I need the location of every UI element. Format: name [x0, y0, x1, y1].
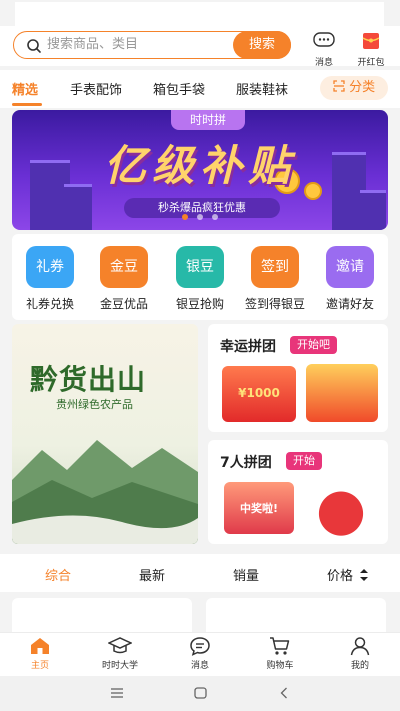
group-badge: 开始吧: [290, 336, 337, 354]
quick-link-invite[interactable]: 邀请 邀请好友: [320, 246, 380, 312]
sort-bar: 综合 最新 销量 价格: [0, 554, 400, 592]
carousel-dot: [197, 214, 203, 220]
back-icon[interactable]: [280, 687, 288, 699]
product-card[interactable]: [206, 598, 386, 632]
product-card[interactable]: [12, 598, 192, 632]
group-title: 7人拼团: [220, 455, 272, 471]
promo-subtitle: 贵州绿色农产品: [56, 398, 133, 411]
quick-link-gold-bean[interactable]: 金豆 金豆优品: [94, 246, 154, 312]
quick-link-label: 邀请好友: [325, 297, 374, 311]
menu-icon[interactable]: [110, 687, 124, 699]
tab-label: 时时大学: [101, 661, 138, 671]
tab-bags[interactable]: 箱包手袋: [153, 79, 205, 98]
banner-title: 亿级补贴: [103, 141, 296, 190]
cart-icon: [270, 637, 290, 655]
silver-bean-icon: 银豆: [176, 246, 224, 288]
tab-home[interactable]: 主页: [10, 636, 70, 671]
classify-button[interactable]: 分类: [320, 76, 388, 100]
prize-card-image: 中奖啦!: [224, 482, 294, 534]
red-packet-label: 开红包: [357, 58, 385, 68]
sort-comprehensive[interactable]: 综合: [45, 565, 71, 584]
lucky-bag-image: [306, 480, 376, 536]
tab-label: 购物车: [266, 661, 294, 671]
red-packet-icon: [362, 33, 380, 49]
tab-label: 主页: [30, 661, 49, 671]
user-icon: [350, 637, 370, 656]
quick-links: 礼券 礼券兑换 金豆 金豆优品 银豆 银豆抢购 签到 签到得银豆 邀请 邀请好友: [12, 234, 388, 320]
quick-link-checkin[interactable]: 签到 签到得银豆: [245, 246, 305, 312]
invite-icon: 邀请: [326, 246, 374, 288]
sort-toggle-icon: [360, 569, 369, 581]
promo-title: 黔货出山: [30, 363, 147, 396]
lucky-group-card[interactable]: 幸运拼团 开始吧 ¥1000: [208, 324, 388, 432]
home-icon: [31, 638, 49, 654]
group-badge: 开始: [286, 452, 322, 470]
message-button[interactable]: 消息: [305, 32, 343, 68]
tab-label: 我的: [350, 661, 369, 671]
search-icon: [27, 39, 41, 53]
promo-banner[interactable]: 时时拼 亿级补贴 秒杀爆品疯狂优惠: [12, 110, 388, 230]
tab-profile[interactable]: 我的: [330, 636, 390, 671]
sort-price-label: 价格: [327, 569, 354, 584]
category-tabs: 精选 手表配饰 箱包手袋 服装鞋袜 分类: [0, 70, 400, 108]
quick-link-label: 金豆优品: [99, 297, 148, 311]
tab-university[interactable]: 时时大学: [90, 636, 150, 671]
top-bar: 搜索商品、类目 搜索 消息 开红包: [0, 26, 400, 68]
graduation-cap-icon: [108, 637, 132, 654]
active-tab-indicator: [12, 103, 42, 106]
quick-link-coupon[interactable]: 礼券 礼券兑换: [20, 246, 80, 312]
search-input[interactable]: 搜索商品、类目: [47, 36, 138, 54]
tab-messages[interactable]: 消息: [170, 636, 230, 671]
classify-label: 分类: [349, 80, 376, 95]
message-label: 消息: [314, 58, 333, 68]
red-packet-button[interactable]: 开红包: [352, 32, 390, 68]
guizhou-promo-card[interactable]: 黔货出山 贵州绿色农产品: [12, 324, 198, 544]
tab-cart[interactable]: 购物车: [250, 636, 310, 671]
home-square-icon[interactable]: [194, 687, 207, 699]
carousel-dot-active: [182, 214, 188, 220]
bottom-tab-bar: 主页 时时大学 消息 购物车 我的: [0, 632, 400, 676]
red-envelope-image: ¥1000: [222, 366, 296, 422]
scan-icon: [333, 80, 345, 92]
sort-sales[interactable]: 销量: [233, 565, 259, 584]
chat-bubble-icon: [190, 637, 210, 656]
tab-featured[interactable]: 精选: [12, 79, 38, 98]
group-title: 幸运拼团: [220, 339, 276, 355]
sort-price[interactable]: 价格: [327, 565, 369, 584]
gold-bean-icon: 金豆: [100, 246, 148, 288]
system-nav-bar: [0, 676, 400, 711]
search-button[interactable]: 搜索: [233, 31, 291, 59]
tab-clothing[interactable]: 服装鞋袜: [236, 79, 288, 98]
search-box[interactable]: 搜索商品、类目 搜索: [13, 31, 291, 59]
quick-link-label: 银豆抢购: [175, 297, 224, 311]
seven-person-group-card[interactable]: 7人拼团 开始 中奖啦!: [208, 440, 388, 544]
gift-box-image: [306, 364, 378, 422]
quick-link-label: 礼券兑换: [25, 297, 74, 311]
chat-icon: [313, 32, 335, 47]
status-bar: [15, 2, 384, 26]
sort-newest[interactable]: 最新: [139, 565, 165, 584]
banner-tag: 时时拼: [171, 110, 245, 130]
tab-label: 消息: [190, 661, 209, 671]
mountain-landscape-image: [12, 440, 198, 544]
carousel-dot: [212, 214, 218, 220]
banner-building: [360, 190, 386, 230]
quick-link-silver-bean[interactable]: 银豆 银豆抢购: [170, 246, 230, 312]
ticket-icon: 礼券: [26, 246, 74, 288]
tab-watches[interactable]: 手表配饰: [70, 79, 122, 98]
quick-link-label: 签到得银豆: [245, 297, 306, 311]
checkin-icon: 签到: [251, 246, 299, 288]
